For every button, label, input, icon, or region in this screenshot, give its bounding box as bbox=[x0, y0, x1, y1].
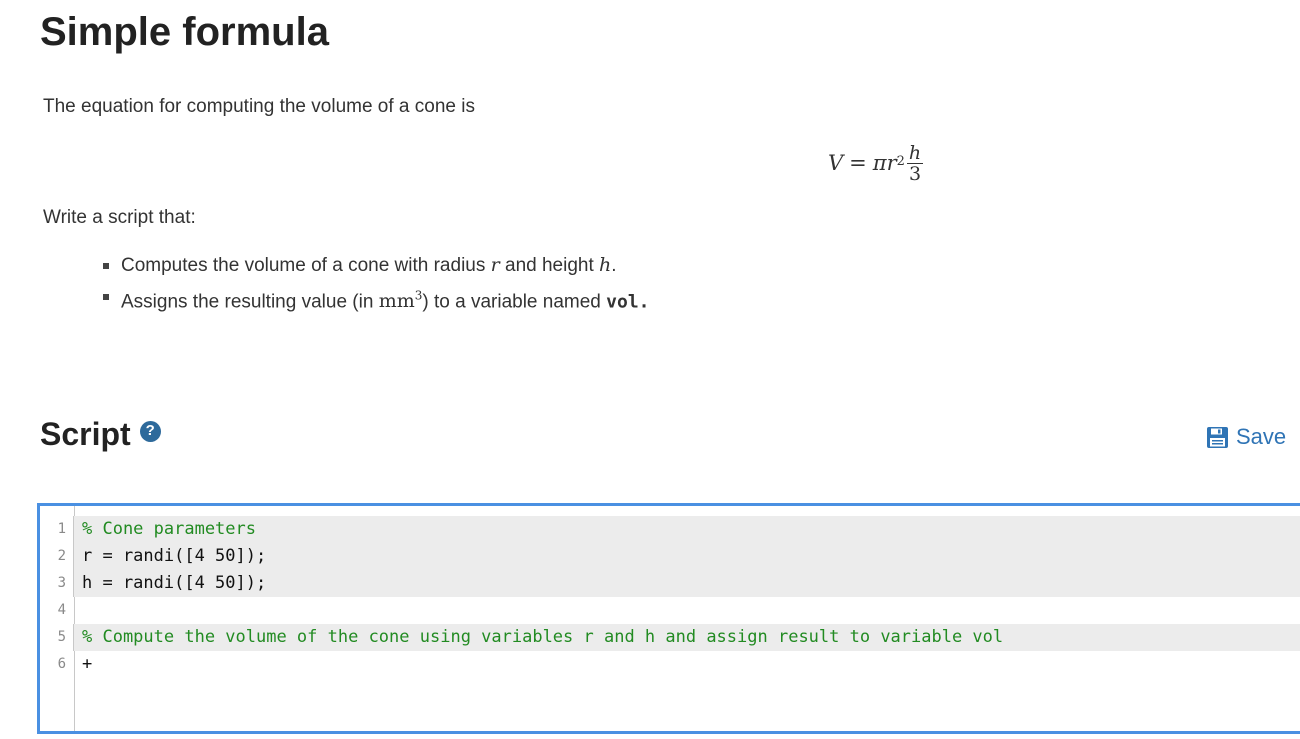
equation-lhs: V bbox=[828, 151, 844, 175]
code-line[interactable]: 2 r = randi([4 50]); bbox=[40, 543, 1300, 570]
task-item-assign: Assigns the resulting value (in mm3) to … bbox=[100, 281, 650, 317]
code-line[interactable]: 1 % Cone parameters bbox=[40, 516, 1300, 543]
task-text: Assigns the resulting value (in bbox=[121, 291, 374, 313]
code-line[interactable]: 4 bbox=[40, 597, 1300, 624]
code-line[interactable]: 5 % Compute the volume of the cone using… bbox=[40, 624, 1300, 651]
equation-r: r bbox=[886, 151, 897, 175]
equation-fraction: h 3 bbox=[906, 141, 924, 185]
variable-name: vol. bbox=[606, 291, 650, 313]
script-heading: Script ? bbox=[40, 412, 161, 456]
code-text[interactable]: % Compute the volume of the cone using v… bbox=[82, 624, 1003, 651]
page-title: Simple formula bbox=[40, 10, 329, 54]
equation-equals: = bbox=[849, 151, 867, 175]
script-heading-text: Script bbox=[40, 416, 131, 452]
equation-denominator: 3 bbox=[909, 162, 922, 185]
equation-pi: π bbox=[872, 151, 887, 175]
equation-exponent: 2 bbox=[896, 153, 905, 169]
save-icon bbox=[1207, 426, 1228, 448]
save-label: Save bbox=[1236, 424, 1287, 449]
task-text: and height bbox=[505, 255, 594, 276]
task-text: . bbox=[611, 255, 617, 276]
code-text[interactable]: + bbox=[82, 651, 92, 678]
code-editor[interactable]: 1 % Cone parameters 2 r = randi([4 50]);… bbox=[37, 503, 1300, 734]
line-number: 6 bbox=[57, 656, 66, 672]
unit-base: mm bbox=[378, 290, 415, 313]
line-number: 4 bbox=[57, 602, 66, 618]
task-list: Computes the volume of a cone with radiu… bbox=[100, 250, 650, 317]
code-line[interactable]: 6 + bbox=[40, 651, 1300, 678]
line-number: 5 bbox=[57, 629, 66, 645]
equation-numerator: h bbox=[906, 141, 924, 164]
code-text[interactable]: r = randi([4 50]); bbox=[82, 543, 266, 570]
task-label: Write a script that: bbox=[43, 207, 196, 228]
line-number: 3 bbox=[57, 575, 66, 591]
code-text[interactable]: % Cone parameters bbox=[82, 516, 256, 543]
line-number: 1 bbox=[57, 521, 66, 537]
task-text: Computes the volume of a cone with radiu… bbox=[121, 255, 486, 276]
code-line[interactable]: 3 h = randi([4 50]); bbox=[40, 570, 1300, 597]
line-number: 2 bbox=[57, 548, 66, 564]
radius-var: r bbox=[490, 254, 500, 276]
unit-mm3: mm3 bbox=[378, 289, 423, 313]
help-icon[interactable]: ? bbox=[139, 420, 161, 442]
code-text[interactable]: h = randi([4 50]); bbox=[82, 570, 266, 597]
volume-equation: V = π r2 h 3 bbox=[828, 140, 924, 186]
height-var: h bbox=[599, 254, 612, 276]
save-button[interactable]: Save bbox=[1206, 424, 1286, 450]
intro-text: The equation for computing the volume of… bbox=[43, 96, 475, 117]
task-text: ) to a variable named bbox=[422, 291, 601, 313]
task-item-compute: Computes the volume of a cone with radiu… bbox=[100, 250, 650, 281]
